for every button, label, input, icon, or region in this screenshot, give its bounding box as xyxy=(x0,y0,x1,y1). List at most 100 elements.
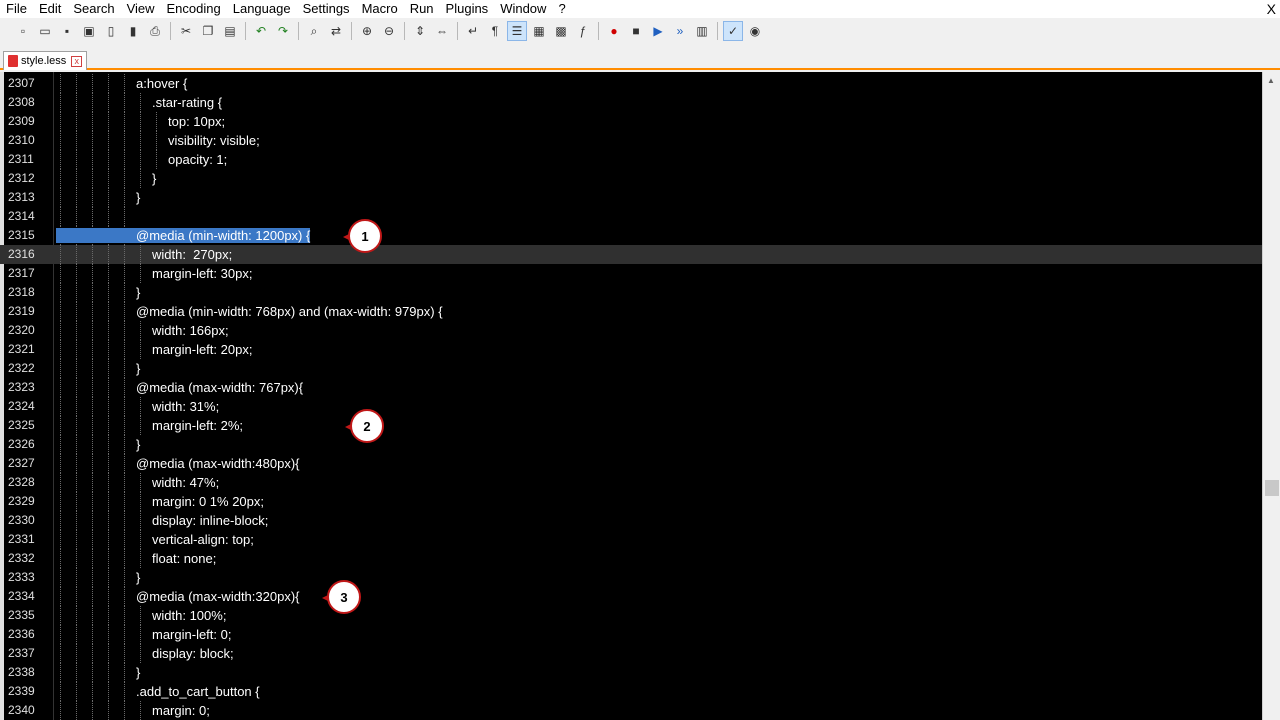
code-line[interactable]: 2322} xyxy=(0,359,1262,378)
code-line[interactable]: 2331 vertical-align: top; xyxy=(0,530,1262,549)
run-macro-multiple-icon[interactable]: » xyxy=(670,21,690,41)
close-window-button[interactable]: X xyxy=(1267,0,1276,18)
replace-icon[interactable]: ⇄ xyxy=(326,21,346,41)
code-line[interactable]: 2311 opacity: 1; xyxy=(0,150,1262,169)
menu-window[interactable]: Window xyxy=(493,0,551,18)
stop-record-icon[interactable]: ■ xyxy=(626,21,646,41)
spellcheck-icon[interactable]: ✓ xyxy=(723,21,743,41)
save-macro-icon[interactable]: ▥ xyxy=(692,21,712,41)
menu-file[interactable]: File xyxy=(0,0,32,18)
menu-help[interactable]: ? xyxy=(551,0,570,18)
code-line[interactable]: 2321 margin-left: 20px; xyxy=(0,340,1262,359)
code-line[interactable]: 2316 width: 270px; xyxy=(0,245,1262,264)
tab-close-icon[interactable]: x xyxy=(71,55,83,67)
udl-icon[interactable]: ▦ xyxy=(529,21,549,41)
code-line[interactable]: 2334 @media (max-width:320px){ xyxy=(0,587,1262,606)
word-wrap-icon[interactable]: ↵ xyxy=(463,21,483,41)
code-line[interactable]: 2307 a:hover { xyxy=(0,74,1262,93)
code-line[interactable]: 2336 margin-left: 0; xyxy=(0,625,1262,644)
code-line[interactable]: 2338} xyxy=(0,663,1262,682)
doc-map-icon[interactable]: ▩ xyxy=(551,21,571,41)
show-all-chars-icon[interactable]: ¶ xyxy=(485,21,505,41)
code-line[interactable]: 2313} xyxy=(0,188,1262,207)
code-editor[interactable]: 2307 a:hover {2308 .star-rating {2309 top: … xyxy=(0,72,1280,720)
code-text: @media (min-width: 768px) and (max-width… xyxy=(136,304,443,319)
indent-guide xyxy=(92,701,93,720)
tab-style-less[interactable]: style.less x xyxy=(3,51,88,70)
code-line[interactable]: 2335 width: 100%; xyxy=(0,606,1262,625)
indent-guide xyxy=(108,359,109,378)
new-file-icon[interactable]: ▫ xyxy=(13,21,33,41)
code-line[interactable]: 2314 xyxy=(0,207,1262,226)
code-line[interactable]: 2337 display: block; xyxy=(0,644,1262,663)
code-lines[interactable]: 2307 a:hover {2308 .star-rating {2309 top: … xyxy=(0,74,1262,720)
code-line[interactable]: 2324 width: 31%; xyxy=(0,397,1262,416)
toolbar-separator xyxy=(457,22,458,40)
redo-icon[interactable]: ↷ xyxy=(273,21,293,41)
indent-guide xyxy=(108,188,109,207)
sync-vertical-icon[interactable]: ⇕ xyxy=(410,21,430,41)
cut-icon[interactable]: ✂ xyxy=(176,21,196,41)
copy-icon[interactable]: ❐ xyxy=(198,21,218,41)
code-line[interactable]: 2317 margin-left: 30px; xyxy=(0,264,1262,283)
code-line[interactable]: 2320 width: 166px; xyxy=(0,321,1262,340)
indent-guide xyxy=(76,302,77,321)
menu-language[interactable]: Language xyxy=(226,0,296,18)
record-macro-icon[interactable]: ● xyxy=(604,21,624,41)
code-line[interactable]: 2330 display: inline-block; xyxy=(0,511,1262,530)
menu-encoding[interactable]: Encoding xyxy=(160,0,226,18)
scroll-up-arrow-icon[interactable]: ▲ xyxy=(1267,76,1275,85)
code-line[interactable]: 2310 visibility: visible; xyxy=(0,131,1262,150)
code-line[interactable]: 2327 @media (max-width:480px){ xyxy=(0,454,1262,473)
close-all-icon[interactable]: ▮ xyxy=(123,21,143,41)
code-line[interactable]: 2309 top: 10px; xyxy=(0,112,1262,131)
play-macro-icon[interactable]: ▶ xyxy=(648,21,668,41)
print-icon[interactable]: ⎙ xyxy=(145,21,165,41)
find-icon[interactable]: ⌕ xyxy=(304,21,324,41)
vertical-scrollbar[interactable]: ▲ xyxy=(1262,72,1280,720)
indent-guide xyxy=(108,264,109,283)
code-line[interactable]: 2318} xyxy=(0,283,1262,302)
menu-settings[interactable]: Settings xyxy=(296,0,355,18)
menu-run[interactable]: Run xyxy=(403,0,439,18)
undo-icon[interactable]: ↶ xyxy=(251,21,271,41)
monitoring-icon[interactable]: ◉ xyxy=(745,21,765,41)
code-line[interactable]: 2323 @media (max-width: 767px){ xyxy=(0,378,1262,397)
code-line[interactable]: 2340 margin: 0; xyxy=(0,701,1262,720)
code-line[interactable]: 2319 @media (min-width: 768px) and (max-w… xyxy=(0,302,1262,321)
indent-guide xyxy=(60,245,61,264)
sync-horizontal-icon[interactable]: ⇔ xyxy=(432,21,452,41)
indent-guide xyxy=(108,112,109,131)
code-line[interactable]: 2329 margin: 0 1% 20px; xyxy=(0,492,1262,511)
code-line[interactable]: 2328 width: 47%; xyxy=(0,473,1262,492)
indent-guide xyxy=(124,264,125,283)
code-line[interactable]: 2315 @media (min-width: 1200px) { xyxy=(0,226,1262,245)
code-line[interactable]: 2326} xyxy=(0,435,1262,454)
menu-search[interactable]: Search xyxy=(66,0,119,18)
menu-macro[interactable]: Macro xyxy=(355,0,403,18)
scrollbar-thumb[interactable] xyxy=(1265,480,1279,496)
indent-guide xyxy=(156,131,157,150)
close-icon[interactable]: ▯ xyxy=(101,21,121,41)
menu-edit[interactable]: Edit xyxy=(32,0,66,18)
indent-guide xyxy=(92,511,93,530)
indent-guide-icon[interactable]: ☰ xyxy=(507,21,527,41)
indent-guide xyxy=(92,93,93,112)
function-list-icon[interactable]: ƒ xyxy=(573,21,593,41)
code-line[interactable]: 2333} xyxy=(0,568,1262,587)
zoom-out-icon[interactable]: ⊖ xyxy=(379,21,399,41)
save-icon[interactable]: ▪ xyxy=(57,21,77,41)
code-line[interactable]: 2308 .star-rating { xyxy=(0,93,1262,112)
code-line[interactable]: 2312} xyxy=(0,169,1262,188)
menu-plugins[interactable]: Plugins xyxy=(439,0,494,18)
line-number: 2320 xyxy=(8,323,35,337)
indent-guide xyxy=(124,150,125,169)
zoom-in-icon[interactable]: ⊕ xyxy=(357,21,377,41)
paste-icon[interactable]: ▤ xyxy=(220,21,240,41)
code-line[interactable]: 2339 .add_to_cart_button { xyxy=(0,682,1262,701)
code-line[interactable]: 2332 float: none; xyxy=(0,549,1262,568)
save-all-icon[interactable]: ▣ xyxy=(79,21,99,41)
menu-view[interactable]: View xyxy=(120,0,160,18)
code-line[interactable]: 2325 margin-left: 2%; xyxy=(0,416,1262,435)
open-file-icon[interactable]: ▭ xyxy=(35,21,55,41)
